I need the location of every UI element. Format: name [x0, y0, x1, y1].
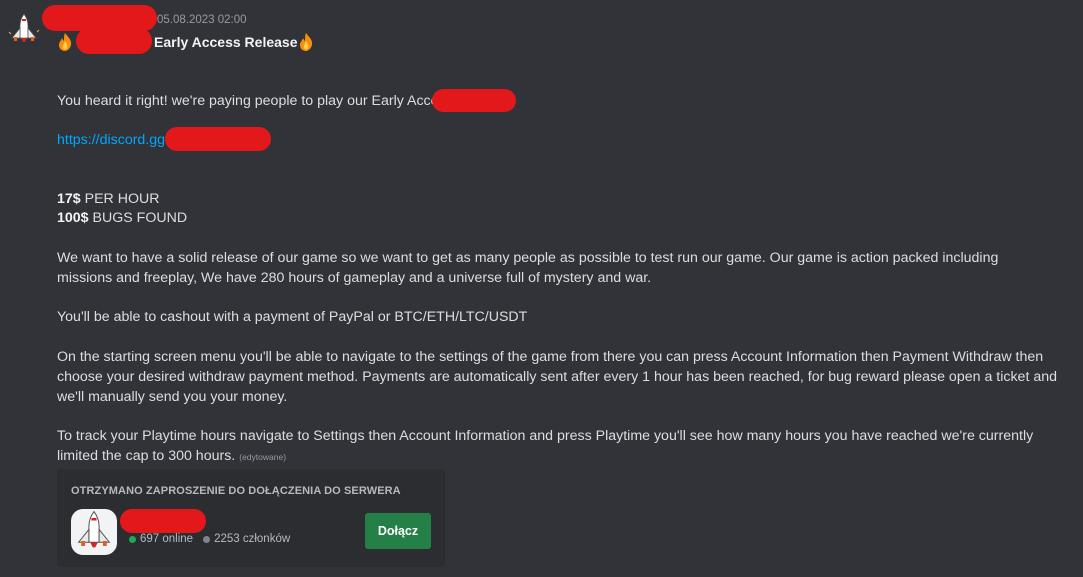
rate-per-hour-label: PER HOUR	[80, 191, 160, 207]
member-count: 2253 członków	[214, 533, 291, 545]
message-paragraph-4: To track your Playtime hours navigate to…	[57, 426, 1057, 467]
members-dot-icon	[203, 535, 211, 543]
author-avatar[interactable]	[6, 12, 42, 48]
rate-bugs-found: 100$ BUGS FOUND	[57, 208, 187, 228]
rate-per-hour-value: 17$	[57, 191, 81, 207]
message-title: Early Access Release	[154, 34, 298, 50]
redacted-invite-code	[165, 127, 271, 151]
rate-bugs-value: 100$	[57, 210, 89, 226]
server-icon[interactable]	[71, 509, 117, 555]
online-dot-icon	[129, 535, 136, 543]
online-count: 697 online	[140, 533, 194, 545]
invite-heading: OTRZYMANO ZAPROSZENIE DO DOŁĄCZENIA DO S…	[71, 485, 401, 497]
space-shuttle-icon	[8, 13, 40, 42]
message-timestamp: 05.08.2023 02:00	[157, 14, 247, 26]
invite-link[interactable]: https://discord.gg	[57, 132, 165, 148]
rate-per-hour: 17$ PER HOUR	[57, 189, 160, 209]
message-paragraph-1: We want to have a solid release of our g…	[57, 250, 999, 286]
message-paragraph-2: You'll be able to cashout with a payment…	[57, 309, 528, 325]
server-invite-card: OTRZYMANO ZAPROSZENIE DO DOŁĄCZENIA DO S…	[57, 469, 445, 567]
message-paragraph-3: On the starting screen menu you'll be ab…	[57, 349, 1057, 405]
rate-bugs-label: BUGS FOUND	[88, 210, 188, 226]
message-paragraph-4-text: To track your Playtime hours navigate to…	[57, 428, 1034, 464]
edited-label: (edytowane)	[239, 452, 287, 462]
server-stats: 697 online 2253 członków	[129, 533, 290, 545]
invite-link-line: https://discord.gg	[57, 130, 165, 150]
message-line-intro: You heard it right! we're paying people …	[57, 93, 453, 109]
fire-emoji-icon	[59, 33, 72, 51]
join-server-button[interactable]: Dołącz	[365, 513, 431, 549]
fire-emoji-icon	[300, 33, 313, 51]
redacted-game-name	[432, 89, 516, 112]
space-shuttle-icon	[77, 510, 111, 548]
redacted-server-name	[120, 509, 206, 533]
redacted-title-prefix	[76, 28, 152, 54]
